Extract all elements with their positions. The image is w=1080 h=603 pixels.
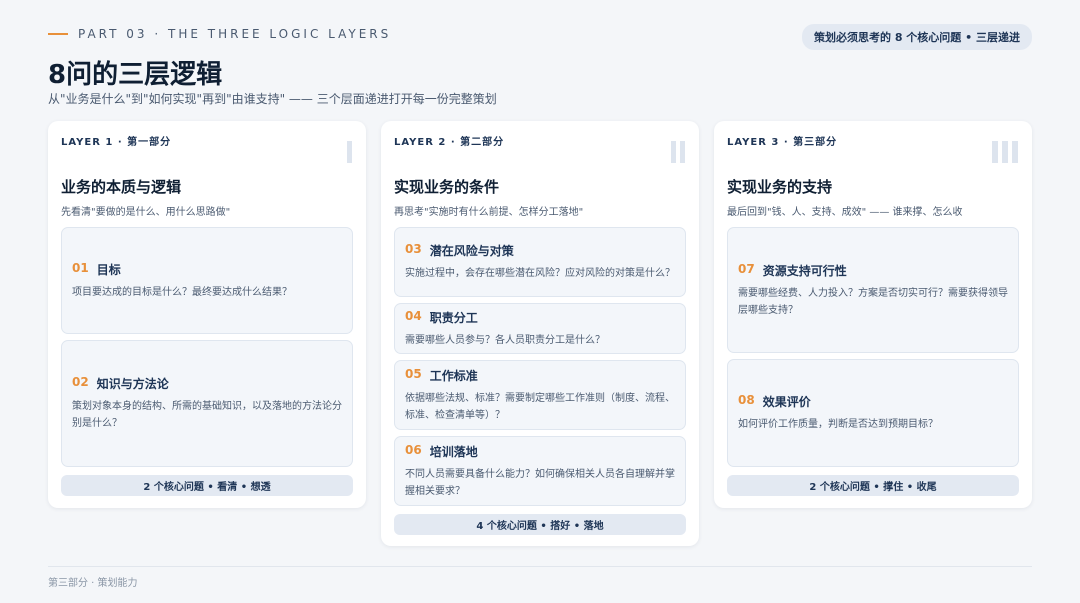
- question-number: 08: [738, 393, 755, 407]
- question-number: 05: [405, 366, 422, 381]
- question-item-03: 03 潜在风险与对策 实施过程中，会存在哪些潜在风险？应对风险的对策是什么？: [394, 227, 686, 297]
- question-text: 策划对象本身的结构、所需的基础知识，以及落地的方法论分别是什么？: [72, 401, 342, 429]
- layer-label: LAYER 3 · 第三部分: [727, 137, 838, 148]
- layer-title: 业务的本质与逻辑: [61, 178, 182, 196]
- question-name: 目标: [96, 262, 121, 277]
- layer-label: LAYER 2 · 第二部分: [394, 137, 505, 148]
- eyebrow: PART 03 · THE THREE LOGIC LAYERS: [48, 27, 391, 41]
- page-footer: 第三部分 · 策划能力: [48, 578, 138, 589]
- question-text: 不同人员需要具备什么能力？如何确保相关人员各自理解并掌握相关要求？: [405, 468, 675, 497]
- question-name: 知识与方法论: [96, 377, 169, 391]
- layer-label: LAYER 1 · 第一部分: [61, 137, 172, 148]
- layer-desc: 先看清"要做的是什么、用什么思路做": [61, 207, 231, 218]
- question-text: 项目要达成的目标是什么？最终要达成什么结果？: [72, 286, 292, 298]
- footer-divider: [48, 566, 1032, 567]
- question-item-05: 05 工作标准 依据哪些法规、标准？需要制定哪些工作准则（制度、流程、标准、检查清…: [394, 360, 686, 430]
- question-number: 01: [72, 260, 89, 275]
- question-text: 实施过程中，会存在哪些潜在风险？应对风险的对策是什么？: [405, 268, 675, 279]
- question-item-06: 06 培训落地 不同人员需要具备什么能力？如何确保相关人员各自理解并掌握相关要求？: [394, 436, 686, 506]
- question-item-08: 08 效果评价 如何评价工作质量，判断是否达到预期目标？: [727, 359, 1019, 467]
- question-name: 职责分工: [429, 310, 478, 325]
- question-item-01: 01 目标 项目要达成的目标是什么？最终要达成什么结果？: [61, 227, 353, 334]
- roman-one-icon: [347, 141, 352, 163]
- question-text: 如何评价工作质量，判断是否达到预期目标？: [738, 419, 938, 430]
- accent-dash: [48, 33, 68, 35]
- page-title: 8问的三层逻辑: [48, 60, 223, 90]
- page-subtitle: 从"业务是什么"到"如何实现"再到"由谁支持" —— 三个层面递进打开每一份完整…: [48, 92, 497, 106]
- layer-desc: 最后回到"钱、人、支持、成效" —— 谁来撑、怎么收: [727, 207, 963, 218]
- question-name: 潜在风险与对策: [429, 244, 514, 258]
- roman-two-icon: [671, 141, 685, 163]
- question-item-02: 02 知识与方法论 策划对象本身的结构、所需的基础知识，以及落地的方法论分别是什么…: [61, 340, 353, 467]
- question-number: 03: [405, 242, 422, 256]
- question-text: 需要哪些经费、人力投入？方案是否切实可行？需要获得领导层哪些支持？: [738, 287, 1008, 316]
- layer-title: 实现业务的支持: [727, 178, 833, 196]
- question-number: 02: [72, 375, 89, 389]
- layer-title: 实现业务的条件: [394, 178, 500, 196]
- question-item-07: 07 资源支持可行性 需要哪些经费、人力投入？方案是否切实可行？需要获得领导层哪些…: [727, 227, 1019, 353]
- roman-three-icon: [992, 141, 1018, 163]
- layer-card-3: LAYER 3 · 第三部分 实现业务的支持 最后回到"钱、人、支持、成效" —…: [714, 121, 1032, 508]
- question-name: 培训落地: [429, 444, 478, 459]
- eyebrow-text: PART 03 · THE THREE LOGIC LAYERS: [78, 27, 392, 41]
- question-name: 效果评价: [762, 395, 811, 409]
- layer-footer: 4 个核心问题 • 搭好 • 落地: [394, 514, 686, 535]
- question-text: 依据哪些法规、标准？需要制定哪些工作准则（制度、流程、标准、检查清单等）？: [405, 392, 675, 421]
- summary-badge: 策划必须思考的 8 个核心问题 • 三层递进: [801, 24, 1032, 50]
- layer-card-2: LAYER 2 · 第二部分 实现业务的条件 再思考"实施时有什么前提、怎样分工…: [381, 121, 699, 546]
- question-number: 06: [405, 442, 422, 457]
- question-number: 07: [738, 261, 755, 276]
- question-number: 04: [405, 308, 422, 323]
- question-name: 资源支持可行性: [762, 263, 847, 278]
- layer-footer: 2 个核心问题 • 看清 • 想透: [61, 475, 353, 496]
- question-item-04: 04 职责分工 需要哪些人员参与？各人员职责分工是什么？: [394, 303, 686, 354]
- layer-footer: 2 个核心问题 • 撑住 • 收尾: [727, 475, 1019, 496]
- layer-desc: 再思考"实施时有什么前提、怎样分工落地": [394, 207, 584, 218]
- question-text: 需要哪些人员参与？各人员职责分工是什么？: [405, 334, 605, 346]
- question-name: 工作标准: [429, 368, 478, 383]
- layer-card-1: LAYER 1 · 第一部分 业务的本质与逻辑 先看清"要做的是什么、用什么思路…: [48, 121, 366, 508]
